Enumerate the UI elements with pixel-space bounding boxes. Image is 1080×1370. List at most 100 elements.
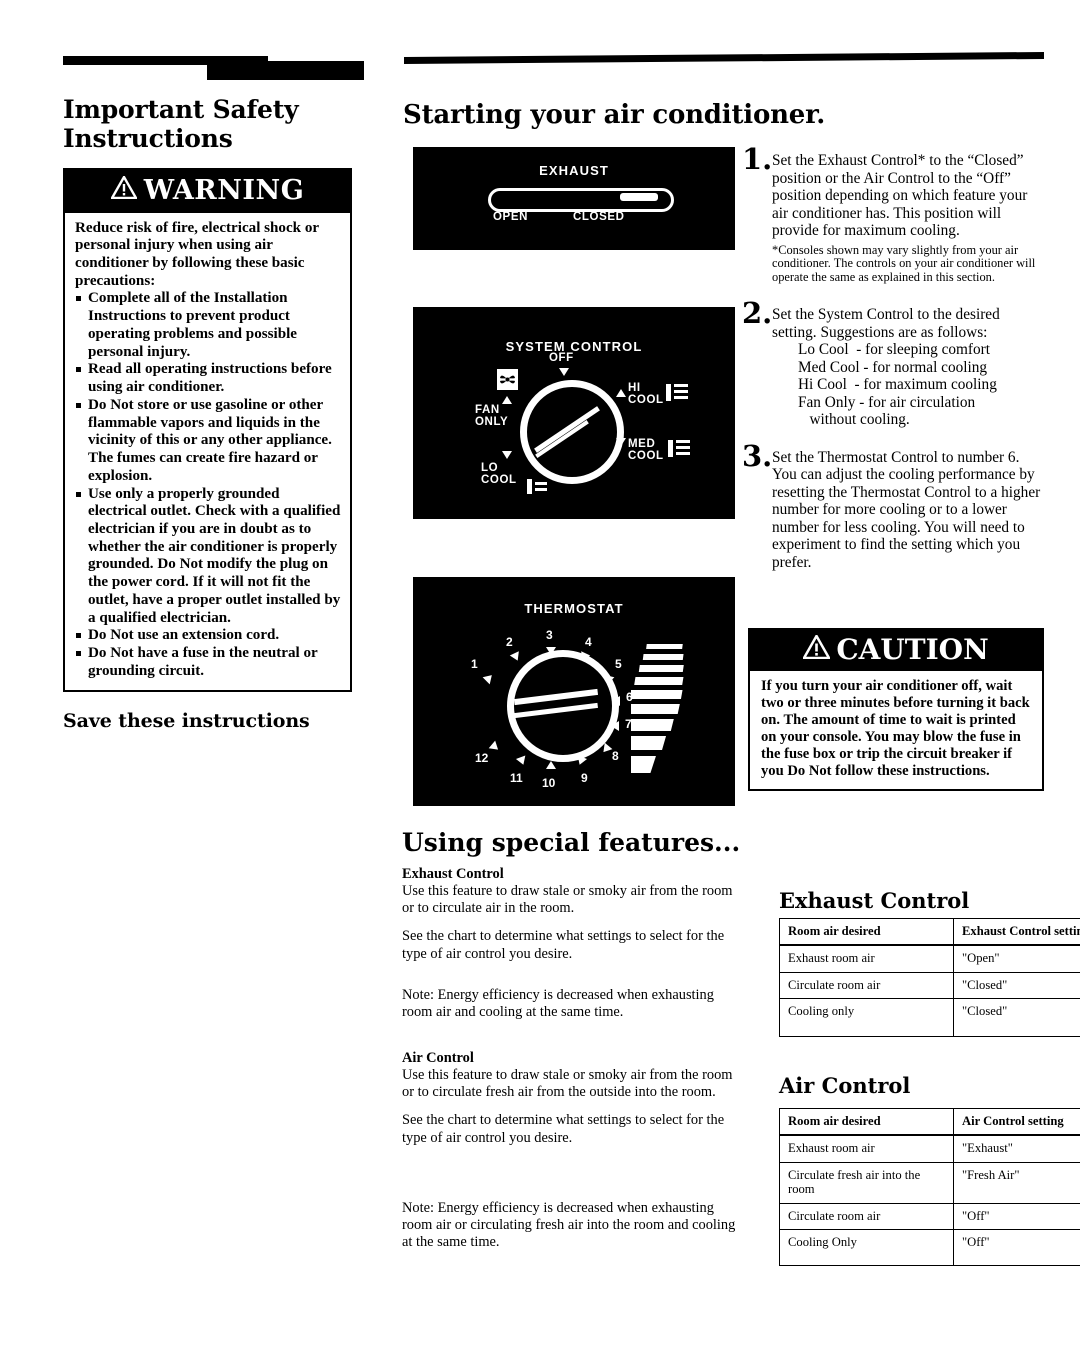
system-control-tick-off (559, 368, 569, 376)
table-cell: "Off" (953, 1202, 1080, 1231)
step-2: 2. Set the System Control to the desired… (742, 299, 1042, 429)
warning-item: Complete all of the Installation Instruc… (75, 290, 341, 361)
system-control-label-hi-cool: HI COOL (628, 382, 664, 406)
air-table-clip: Room air desired Air Control setting Exh… (779, 1108, 1080, 1283)
exhaust-label-closed: CLOSED (573, 211, 625, 223)
exhaust-table-title: Exhaust Control (779, 888, 970, 913)
table-row: Exhaust room air "Exhaust" (779, 1134, 1080, 1163)
warning-triangle-icon (109, 174, 138, 206)
system-control-illustration: SYSTEM CONTROL OFF HI COOL MED COOL FAN … (413, 307, 735, 519)
save-instructions-line: Save these instructions (63, 709, 310, 732)
sublist-item: Hi Cool - for maximum cooling (798, 376, 997, 394)
thermostat-illustration: THERMOSTAT 1 2 3 4 5 6 7 8 9 10 11 12 (413, 577, 735, 806)
caution-banner: CAUTION (750, 630, 1042, 671)
air-control-heading: Air Control (402, 1049, 474, 1066)
thermostat-number: 9 (581, 771, 588, 785)
air-control-p2: See the chart to determine what settings… (402, 1112, 725, 1146)
warning-item: Do Not use an extension cord. (75, 627, 341, 645)
thermostat-number: 10 (542, 776, 556, 790)
exhaust-control-table: Room air desired Exhaust Control setting… (779, 918, 1080, 1038)
thermostat-number: 8 (612, 749, 619, 763)
table-cell: Circulate room air (779, 1202, 954, 1231)
step-body: Set the System Control to the desired se… (772, 300, 1042, 429)
table-cell: "Open" (953, 944, 1080, 973)
thermostat-tick (546, 647, 556, 655)
system-control-tick-fan-only (502, 396, 512, 404)
step-text: Set the Exhaust Control* to the “Closed”… (772, 152, 1028, 239)
table-cell: "Off" (953, 1229, 1080, 1267)
table-cell: Cooling only (779, 998, 954, 1038)
table-cell: "Closed" (953, 998, 1080, 1038)
column-header: Room air desired (779, 1108, 954, 1137)
thermostat-number: 1 (471, 657, 478, 671)
warning-item: Do Not store or use gasoline or other fl… (75, 397, 341, 486)
table-cell: Exhaust room air (779, 944, 954, 973)
exhaust-panel-title: EXHAUST (539, 163, 609, 178)
step-text: Set the System Control to the desired se… (772, 306, 1000, 341)
exhaust-label-open: OPEN (493, 211, 528, 223)
table-row: Circulate fresh air into the room "Fresh… (779, 1161, 1080, 1204)
thermostat-tick (509, 651, 523, 663)
special-features-title: Using special features... (402, 828, 741, 857)
table-cell: "Fresh Air" (953, 1161, 1080, 1204)
table-header-row: Room air desired Exhaust Control setting (779, 918, 1080, 947)
step-sublist: Lo Cool - for sleeping comfort Med Cool … (772, 341, 1042, 429)
air-table-title: Air Control (779, 1073, 911, 1098)
sublist-item: Fan Only - for air circulation (798, 393, 976, 411)
air-control-table: Room air desired Air Control setting Exh… (779, 1108, 1080, 1267)
warning-item: Read all operating instructions before u… (75, 361, 341, 396)
thermostat-number: 2 (506, 635, 513, 649)
warning-list: Complete all of the Installation Instruc… (75, 290, 341, 680)
step-body: Set the Thermostat Control to number 6. … (772, 443, 1042, 572)
table-row: Cooling Only "Off" (779, 1229, 1080, 1267)
step-number: 3. (742, 438, 773, 473)
caution-box: CAUTION If you turn your air conditioner… (748, 628, 1044, 791)
step-1: 1. Set the Exhaust Control* to the “Clos… (742, 144, 1042, 284)
special-features-text-column: Exhaust Control Use this feature to draw… (402, 866, 736, 1262)
step-footnote: *Consoles shown may vary slightly from y… (772, 242, 1036, 284)
column-header: Room air desired (779, 918, 954, 947)
system-control-label-med-cool: MED COOL (628, 438, 664, 462)
page-title: Important Safety Instructions (63, 95, 299, 154)
thermostat-number: 11 (510, 771, 523, 785)
warning-item: Do Not have a fuse in the neutral or gro… (75, 645, 341, 680)
thermostat-tick (515, 755, 529, 767)
thermostat-tick (488, 740, 502, 754)
header-rule-left-thick (207, 61, 364, 80)
system-control-label-lo-cool: LO COOL (481, 462, 517, 486)
exhaust-control-p2: See the chart to determine what settings… (402, 928, 725, 962)
system-control-label-off: OFF (549, 352, 574, 364)
air-control-p1: Use this feature to draw stale or smoky … (402, 1067, 733, 1101)
thermostat-number: 12 (475, 751, 489, 765)
caution-text: If you turn your air conditioner off, wa… (761, 678, 1030, 779)
system-control-panel-title: SYSTEM CONTROL (505, 339, 643, 354)
exhaust-slider-knob (620, 193, 658, 201)
warning-item: Use only a properly grounded electrical … (75, 486, 341, 628)
table-cell: Exhaust room air (779, 1134, 954, 1163)
step-body: Set the Exhaust Control* to the “Closed”… (772, 146, 1042, 284)
table-row: Cooling only "Closed" (779, 998, 1080, 1038)
thermostat-scale-graphic (588, 642, 699, 792)
starting-steps: 1. Set the Exhaust Control* to the “Clos… (742, 144, 1042, 582)
table-cell: "Closed" (953, 971, 1080, 1000)
exhaust-control-p1: Use this feature to draw stale or smoky … (402, 883, 733, 917)
table-header-row: Room air desired Air Control setting (779, 1108, 1080, 1137)
starting-title: Starting your air conditioner. (403, 100, 826, 130)
exhaust-control-note: Note: Energy efficiency is decreased whe… (402, 986, 714, 1020)
thermostat-tick (546, 761, 556, 769)
step-3: 3. Set the Thermostat Control to number … (742, 438, 1042, 572)
warning-banner: WARNING (65, 169, 350, 213)
sublist-item: Lo Cool - for sleeping comfort (798, 341, 991, 359)
exhaust-illustration: EXHAUST OPEN CLOSED (413, 147, 735, 250)
column-header: Exhaust Control setting (953, 918, 1080, 947)
header-rule-right (404, 51, 1044, 64)
thermostat-tick (612, 696, 620, 706)
warning-banner-label: WARNING (143, 174, 305, 206)
caution-triangle-icon (802, 633, 832, 666)
table-cell: Cooling Only (779, 1229, 954, 1267)
thermostat-panel-title: THERMOSTAT (524, 601, 624, 616)
step-text: Set the Thermostat Control to number 6. … (772, 448, 1041, 571)
cool-waves-icon (527, 477, 547, 501)
warning-box: WARNING Reduce risk of fire, electrical … (63, 167, 352, 692)
thermostat-number: 3 (546, 628, 553, 642)
